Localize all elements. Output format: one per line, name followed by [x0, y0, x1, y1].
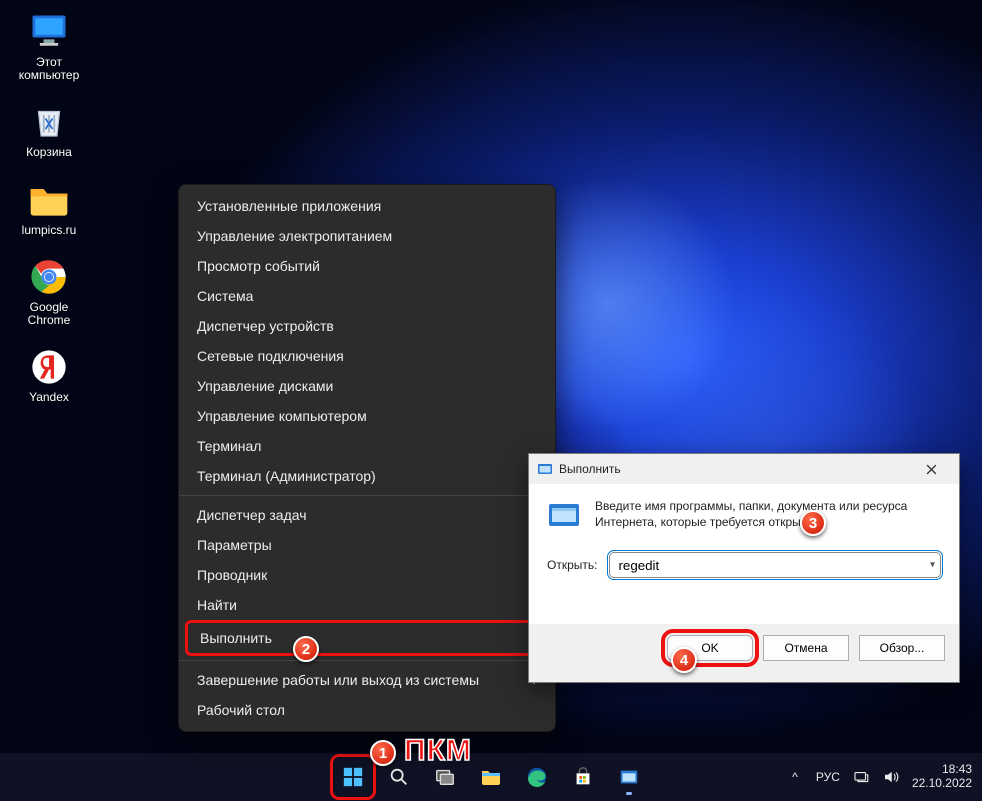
recycle-bin-icon	[27, 100, 71, 144]
run-titlebar-icon	[537, 461, 553, 477]
taskbar: ^ РУС 18:43 22.10.2022	[0, 753, 982, 801]
start-button[interactable]	[333, 757, 373, 797]
windows-icon	[342, 766, 364, 788]
menu-event-viewer[interactable]: Просмотр событий	[179, 251, 555, 281]
menu-system[interactable]: Система	[179, 281, 555, 311]
tray-date: 22.10.2022	[912, 777, 972, 791]
tray-clock[interactable]: 18:43 22.10.2022	[912, 763, 972, 791]
run-taskbar-button[interactable]	[609, 757, 649, 797]
icon-label: Корзина	[26, 146, 72, 159]
desktop-icon-yandex[interactable]: Yandex	[12, 345, 86, 404]
run-app-icon	[547, 498, 581, 532]
close-icon	[926, 464, 937, 475]
tray-overflow-button[interactable]: ^	[786, 768, 804, 786]
menu-explorer[interactable]: Проводник	[179, 560, 555, 590]
icon-label: Google Chrome	[12, 301, 86, 327]
menu-task-manager[interactable]: Диспетчер задач	[179, 500, 555, 530]
menu-computer-management[interactable]: Управление компьютером	[179, 401, 555, 431]
chevron-down-icon[interactable]: ▾	[930, 560, 935, 571]
tray-language[interactable]: РУС	[816, 768, 840, 786]
annotation-badge-1: 1	[370, 740, 396, 766]
desktop: Этот компьютер Корзина lumpics.ru Google…	[0, 0, 982, 801]
search-icon	[388, 766, 410, 788]
annotation-badge-3: 3	[800, 510, 826, 536]
desktop-icon-recycle-bin[interactable]: Корзина	[12, 100, 86, 159]
menu-settings[interactable]: Параметры	[179, 530, 555, 560]
menu-installed-apps[interactable]: Установленные приложения	[179, 191, 555, 221]
volume-icon[interactable]	[882, 768, 900, 786]
annotation-badge-4: 4	[671, 647, 697, 673]
menu-device-manager[interactable]: Диспетчер устройств	[179, 311, 555, 341]
menu-run[interactable]: Выполнить	[185, 620, 549, 656]
desktop-icon-this-pc[interactable]: Этот компьютер	[12, 10, 86, 82]
monitor-icon	[27, 10, 71, 54]
icon-label: lumpics.ru	[22, 224, 77, 237]
menu-disk-management[interactable]: Управление дисками	[179, 371, 555, 401]
winx-context-menu: Установленные приложения Управление элек…	[178, 184, 556, 732]
explorer-button[interactable]	[471, 757, 511, 797]
desktop-icons: Этот компьютер Корзина lumpics.ru Google…	[12, 10, 86, 404]
icon-label: Этот компьютер	[12, 56, 86, 82]
folder-icon	[479, 765, 503, 789]
edge-button[interactable]	[517, 757, 557, 797]
menu-power-management[interactable]: Управление электропитанием	[179, 221, 555, 251]
browse-button[interactable]: Обзор...	[859, 635, 945, 661]
annotation-badge-2: 2	[293, 636, 319, 662]
chrome-icon	[27, 255, 71, 299]
folder-icon	[27, 178, 71, 222]
yandex-icon	[27, 345, 71, 389]
menu-search[interactable]: Найти	[179, 590, 555, 620]
run-icon	[618, 766, 640, 788]
store-icon	[572, 766, 594, 788]
task-view-icon	[434, 766, 456, 788]
icon-label: Yandex	[29, 391, 69, 404]
run-dialog: Выполнить Введите имя программы, папки, …	[528, 453, 960, 683]
close-button[interactable]	[911, 457, 951, 481]
store-button[interactable]	[563, 757, 603, 797]
menu-network-connections[interactable]: Сетевые подключения	[179, 341, 555, 371]
run-description: Введите имя программы, папки, документа …	[595, 498, 941, 532]
menu-terminal[interactable]: Терминал	[179, 431, 555, 461]
run-input[interactable]	[609, 552, 941, 578]
annotation-pkm-label: ПКМ	[404, 734, 472, 768]
menu-separator	[179, 495, 555, 496]
cancel-button[interactable]: Отмена	[763, 635, 849, 661]
run-open-label: Открыть:	[547, 558, 597, 572]
desktop-icon-chrome[interactable]: Google Chrome	[12, 255, 86, 327]
menu-shutdown-signout[interactable]: Завершение работы или выход из системы	[179, 665, 555, 695]
system-tray: ^ РУС 18:43 22.10.2022	[786, 763, 972, 791]
edge-icon	[526, 766, 548, 788]
network-icon[interactable]	[852, 768, 870, 786]
menu-terminal-admin[interactable]: Терминал (Администратор)	[179, 461, 555, 491]
desktop-icon-folder[interactable]: lumpics.ru	[12, 178, 86, 237]
menu-desktop[interactable]: Рабочий стол	[179, 695, 555, 725]
run-titlebar[interactable]: Выполнить	[529, 454, 959, 484]
run-title: Выполнить	[559, 462, 621, 476]
tray-time: 18:43	[912, 763, 972, 777]
menu-separator	[179, 660, 555, 661]
